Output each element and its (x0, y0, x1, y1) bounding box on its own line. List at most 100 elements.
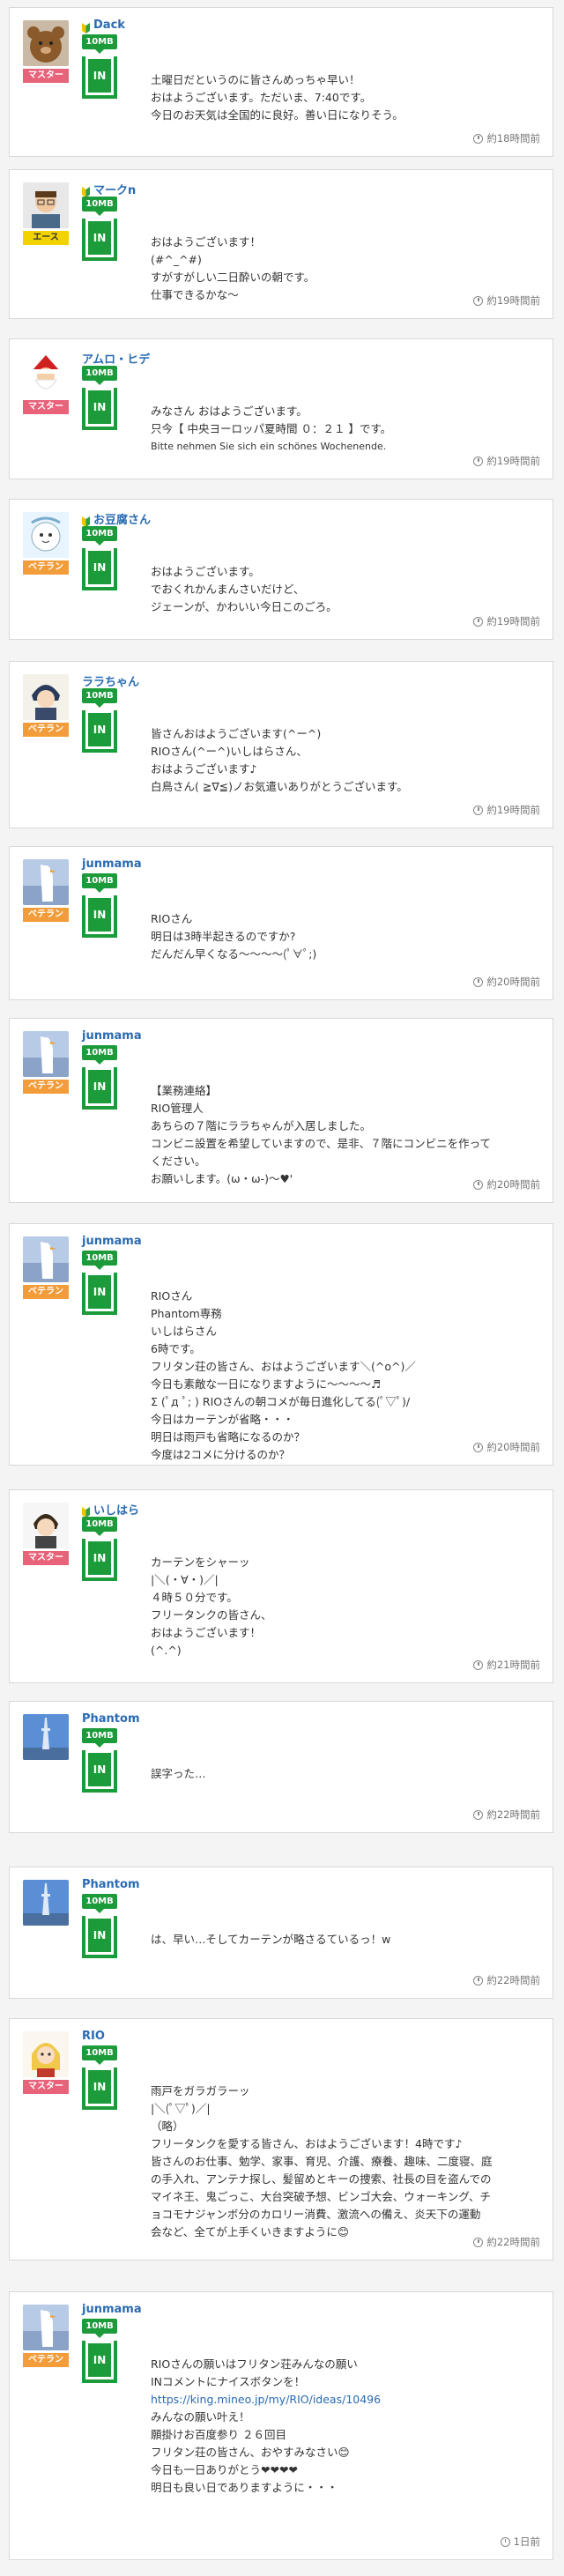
in-label: IN (88, 1919, 111, 1952)
comment-line: おはようございます！ (151, 235, 262, 249)
timestamp-text: 約22時間前 (486, 2236, 540, 2248)
avatar[interactable] (23, 859, 69, 905)
clock-icon (473, 1809, 484, 1820)
comment-line: Bitte nehmen Sie sich ein schönes Wochen… (151, 441, 387, 452)
author-name-link[interactable]: アムロ・ヒデ (82, 350, 150, 367)
comment-line: おはようございます！ (151, 1626, 262, 1639)
comment-line: 皆さんのお仕事、勉学、家事、育児、介護、療養、趣味、二度寝、庭 (151, 2155, 493, 2168)
rank-badge: マスター (23, 2080, 69, 2094)
beginner-mark-icon (82, 20, 90, 33)
avatar[interactable] (23, 1880, 69, 1926)
comment-line: ジェーンが、かわいい今日このごろ。 (151, 600, 338, 613)
author-name-link[interactable]: Phantom (82, 1878, 140, 1891)
speed-badge: 10MB (82, 526, 117, 541)
author-name-link[interactable]: RIO (82, 2030, 105, 2043)
comment-line: 今日はカーテンが省略・・・ (151, 1413, 294, 1426)
author-name-link[interactable]: junmama (82, 1235, 142, 1248)
speed-badge-arrow (95, 888, 104, 893)
comment-body: 皆さんおはようございます(^ー^) RIOさん(^ー^)いしはらさん、 おはようござ… (151, 725, 537, 796)
author-row: junmama (82, 1235, 142, 1248)
speed-badge-arrow (95, 541, 104, 546)
comment-line: 白鳥さん( ≧∇≦)ノお気遣いありがとうございます。 (151, 780, 408, 793)
comment-line: でおくれかんまんさいだけど、 (151, 583, 305, 596)
comment-line: だんだん早くなる〜〜〜〜(ﾟ∀ﾟ;) (151, 947, 317, 961)
clock-icon (473, 1442, 484, 1452)
author-row: マークn (82, 181, 136, 197)
comment-line: みんなの願い叶え！ (151, 2410, 250, 2424)
rank-badge: マスター (23, 69, 69, 83)
in-label: IN (88, 390, 111, 424)
speed-badge: 10MB (82, 34, 117, 49)
speed-badge-arrow (95, 1909, 104, 1913)
avatar[interactable] (23, 1236, 69, 1282)
rank-badge: ベテラン (23, 560, 69, 575)
avatar[interactable] (23, 2305, 69, 2350)
comment-line: RIOさん(^ー^)いしはらさん、 (151, 745, 308, 758)
in-tank-icon: IN (82, 1539, 117, 1581)
comment-line: （略） (151, 2119, 184, 2133)
avatar[interactable] (23, 1503, 69, 1548)
comment-line: フリータンクを愛する皆さん、おはようございます！4時です♪ (151, 2137, 463, 2150)
comment-line: RIOさん (151, 1289, 193, 1303)
comment-line: の手入れ、アンテナ探し、髪留めとキーの捜索、社長の目を盗んでの (151, 2172, 492, 2186)
comment-post: マスター RIO 10MB IN 雨戸をガラガラーッ |＼(ﾟ▽ﾟ)／| （略） フリータンク… (9, 2018, 553, 2260)
clock-icon (473, 805, 484, 815)
avatar[interactable] (23, 182, 69, 228)
timestamp-text: 1日前 (513, 2535, 540, 2548)
author-name-link[interactable]: junmama (82, 2303, 142, 2316)
comment-line: フリータンクの皆さん、 (151, 1608, 272, 1622)
comment-body: 土曜日だというのに皆さんめっちゃ早い！ おはようございます。ただいま、7:40です… (151, 71, 537, 124)
comment-line: 土曜日だというのに皆さんめっちゃ早い！ (151, 73, 360, 86)
comment-body: カーテンをシャーッ |＼(・∀・)／| ４時５０分です。 フリータンクの皆さん、 おはよ… (151, 1554, 537, 1659)
comment-line: コンビニ設置を希望していますので、是非、７階にコンビニを作って (151, 1137, 492, 1150)
timestamp: 約20時間前 (473, 1177, 540, 1191)
timestamp: 約20時間前 (473, 975, 540, 989)
in-indicator: 10MB IN (82, 1045, 117, 1110)
avatar[interactable] (23, 352, 69, 397)
author-row: お豆腐さん (82, 510, 151, 527)
comment-line: カーテンをシャーッ (151, 1555, 250, 1569)
avatar[interactable] (23, 1031, 69, 1077)
comment-line: ください。 (151, 1154, 206, 1168)
comment-body: は、早い…そしてカーテンが略さるているっ！w (151, 1931, 537, 1949)
author-row: いしはら (82, 1501, 139, 1518)
timestamp: 約20時間前 (473, 1440, 540, 1454)
timestamp-text: 約20時間前 (486, 1178, 540, 1191)
comment-line: フリタン荘の皆さん、おやすみなさい😊 (151, 2446, 350, 2459)
comment-body: 【業務連絡】 RIO管理人 あちらの７階にララちゃんが入居しました。 コンビニ設置を希… (151, 1082, 537, 1188)
author-row: ララちゃん (82, 672, 139, 689)
comment-line: 今日も素敵な一日になりますように〜〜〜〜♬ (151, 1377, 382, 1391)
author-name-link[interactable]: junmama (82, 1029, 142, 1043)
avatar[interactable] (23, 512, 69, 558)
avatar[interactable] (23, 2031, 69, 2077)
timestamp: 約21時間前 (473, 1658, 540, 1672)
author-name-link[interactable]: マークn (93, 181, 136, 197)
comment-line: おはようございます。ただいま、7:40です。 (151, 91, 372, 104)
speed-badge: 10MB (82, 873, 117, 888)
speed-badge-arrow (95, 381, 104, 385)
timestamp: 約19時間前 (473, 614, 540, 628)
comment-post: マスター いしはら 10MB IN カーテンをシャーッ |＼(・∀・)／| ４時５０分です。… (9, 1489, 553, 1683)
comment-line: Σ (ﾟд ﾟ; ) RIOさんの朝コメが毎日進化してる(ﾟ▽ﾟ)/ (151, 1395, 411, 1408)
comment-body: おはようございます。 でおくれかんまんさいだけど、 ジェーンが、かわいい今日このごろ… (151, 563, 537, 616)
speed-badge-arrow (95, 703, 104, 708)
avatar[interactable] (23, 674, 69, 720)
author-row: junmama (82, 2303, 142, 2316)
author-name-link[interactable]: junmama (82, 857, 142, 871)
comment-line: RIOさんの願いはフリタン荘みんなの願い (151, 2357, 358, 2371)
comment-post: ベテラン junmama 10MB IN RIOさん Phantom専務 いしはらさん 6時で… (9, 1223, 553, 1466)
speed-badge-arrow (95, 212, 104, 216)
author-name-link[interactable]: Dack (93, 19, 125, 32)
author-name-link[interactable]: いしはら (93, 1501, 139, 1518)
avatar[interactable] (23, 1714, 69, 1760)
comment-link[interactable]: https://king.mineo.jp/my/RIO/ideas/10496 (151, 2391, 537, 2409)
author-name-link[interactable]: お豆腐さん (93, 510, 151, 527)
author-row: アムロ・ヒデ (82, 350, 150, 367)
author-name-link[interactable]: Phantom (82, 1712, 140, 1726)
timestamp: 約18時間前 (473, 131, 540, 145)
comment-post: エース マークn 10MB IN おはようございます！ (#^_^#) すがすがしい二日酔い… (9, 169, 553, 319)
author-name-link[interactable]: ララちゃん (82, 672, 139, 689)
comment-body: RIOさん Phantom専務 いしはらさん 6時です。 フリタン荘の皆さん、おはようご… (151, 1288, 537, 1464)
avatar[interactable] (23, 20, 69, 66)
comment-line: (#^_^#) (151, 253, 202, 266)
